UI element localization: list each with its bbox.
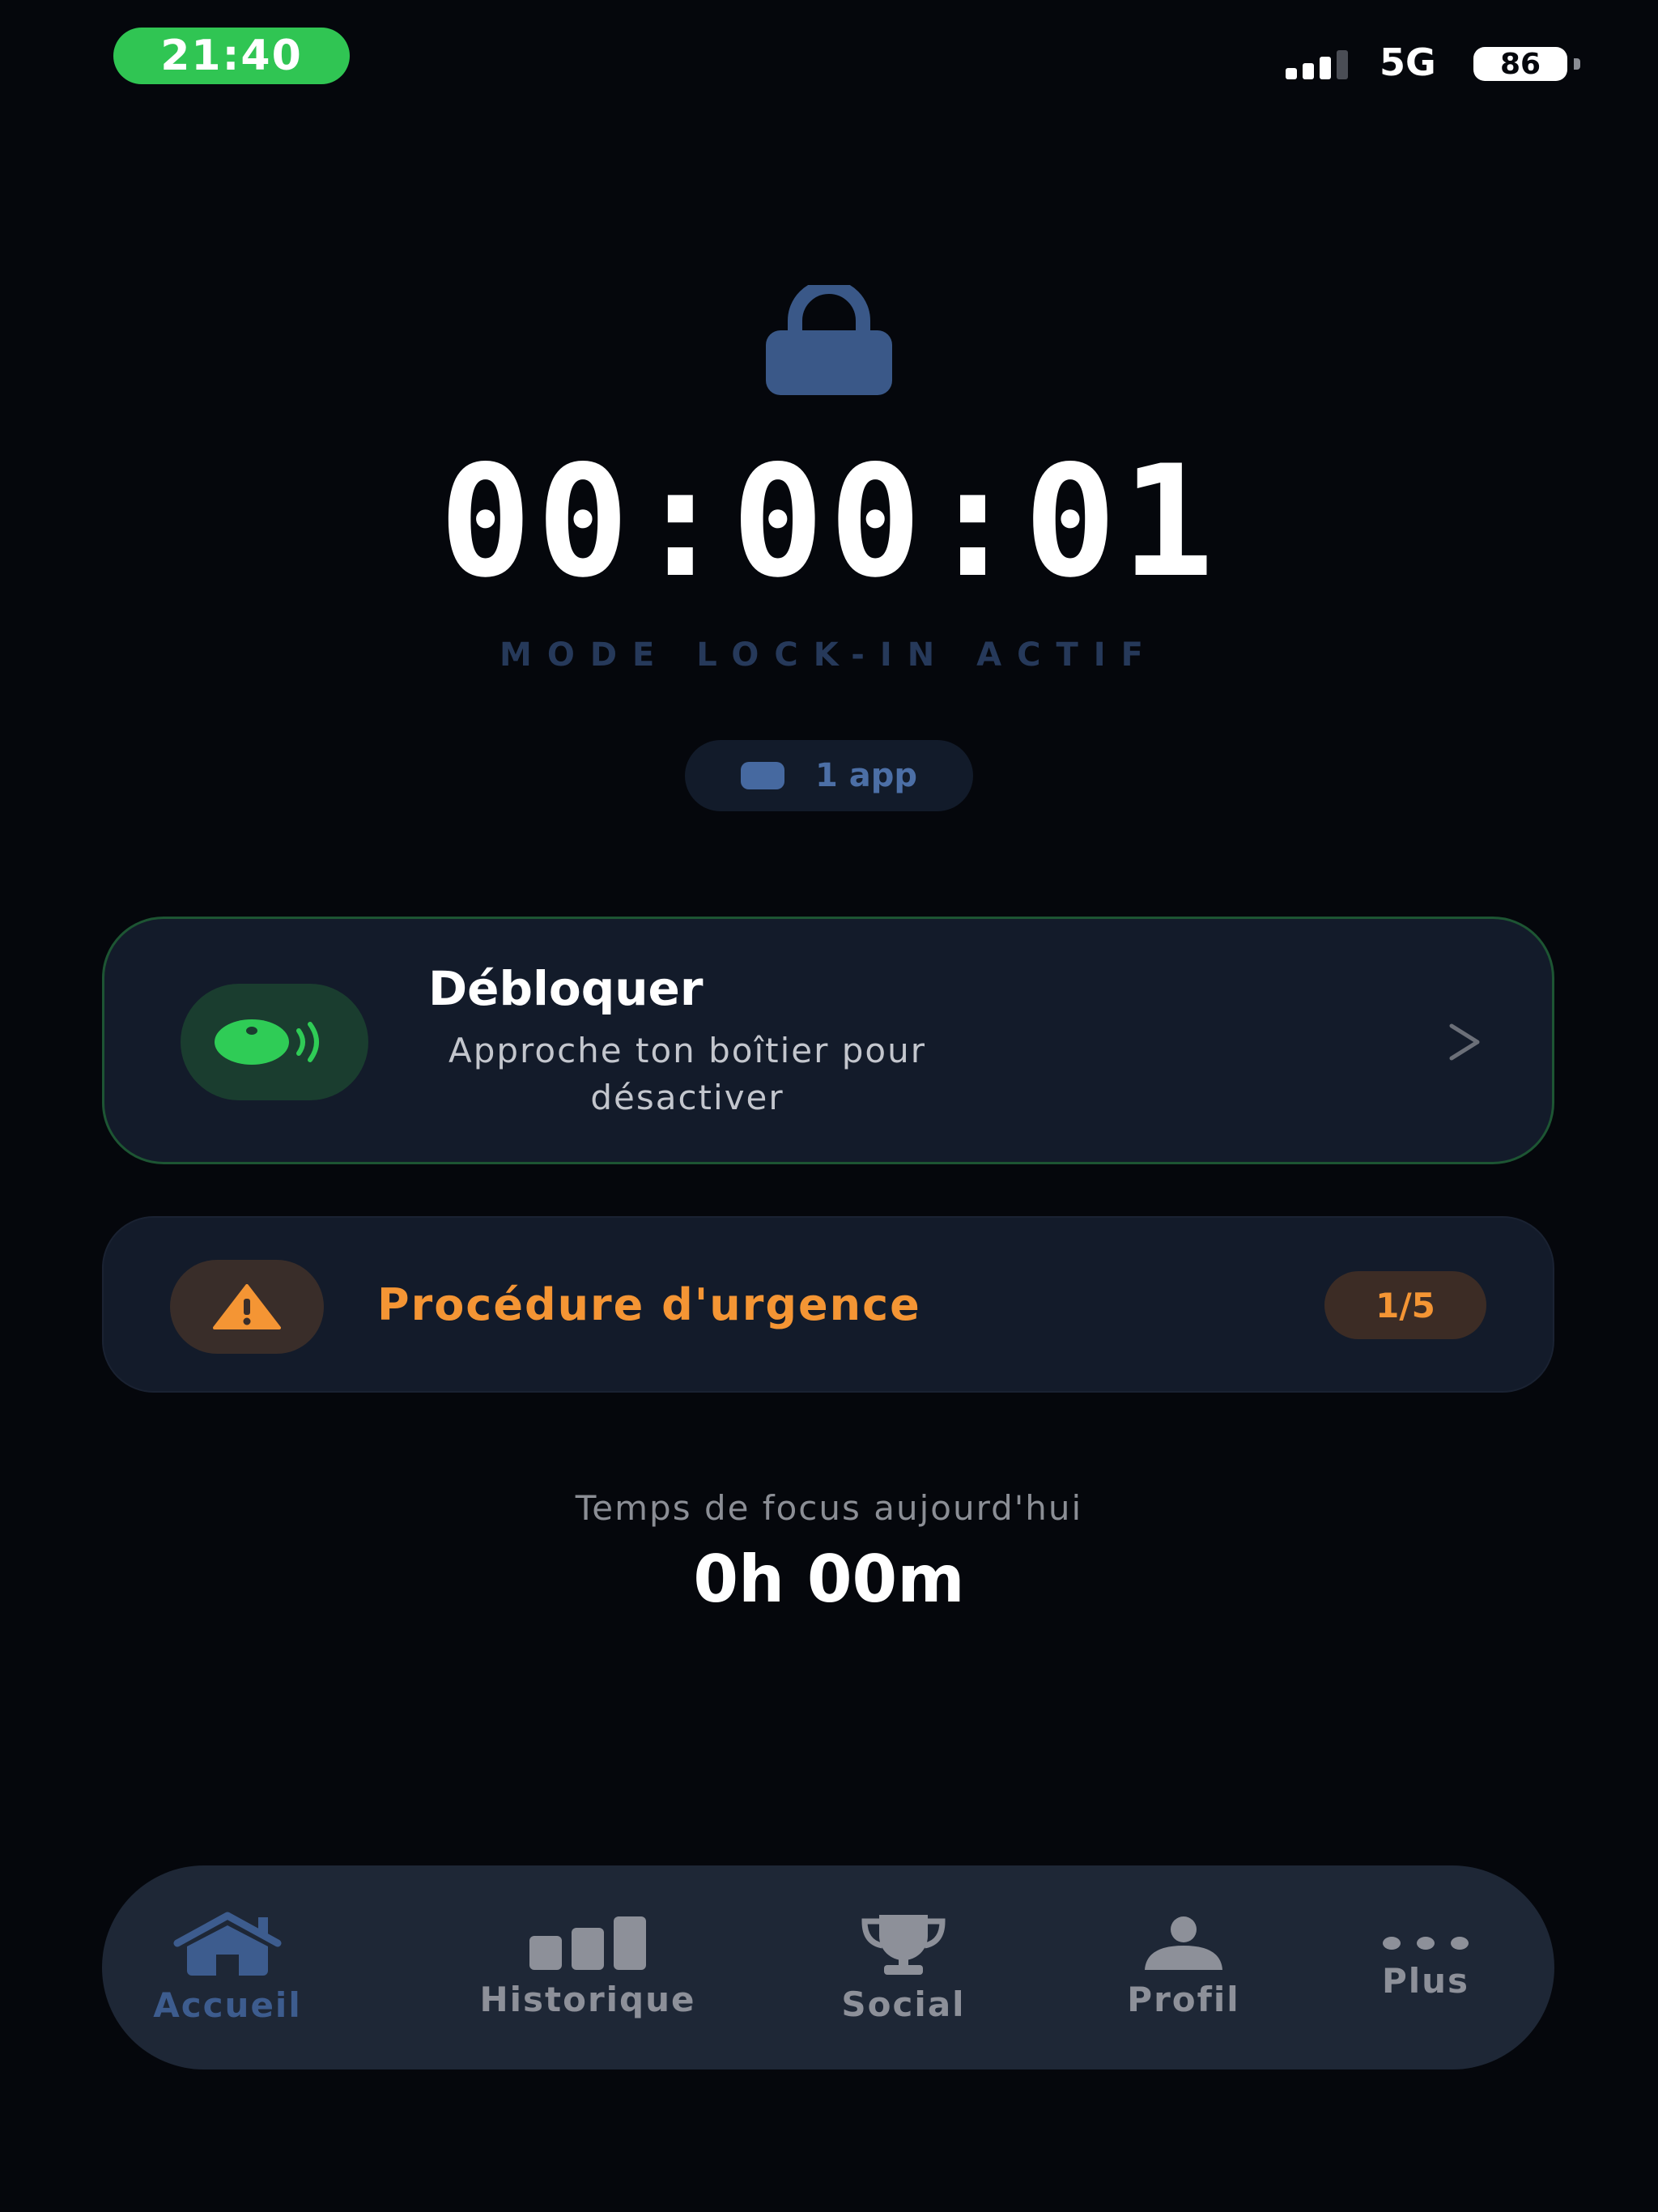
focus-today-label: Temps de focus aujourd'hui <box>575 1488 1083 1528</box>
unlock-card[interactable]: Débloquer Approche ton boîtier pour désa… <box>102 917 1554 1164</box>
focus-today-value: 0h 00m <box>693 1542 965 1617</box>
tab-profile-label: Profil <box>1127 1979 1240 2019</box>
warning-circle <box>170 1260 324 1354</box>
tab-history[interactable]: Historique <box>458 1865 717 2069</box>
emergency-title: Procédure d'urgence <box>377 1279 921 1330</box>
battery-icon: 86 <box>1473 47 1580 81</box>
tab-history-label: Historique <box>479 1979 696 2019</box>
warning-icon <box>213 1284 281 1329</box>
nfc-circle <box>181 984 368 1100</box>
tab-more-label: Plus <box>1381 1960 1470 2001</box>
more-dots-icon <box>1383 1936 1469 1950</box>
bar-chart-icon <box>529 1916 646 1970</box>
person-icon <box>1145 1916 1222 1970</box>
nfc-tag-icon <box>215 1019 319 1065</box>
chevron-right-icon <box>1449 1023 1480 1061</box>
mode-status-label: MODE LOCK-IN ACTIF <box>500 636 1158 674</box>
home-icon <box>173 1912 282 1976</box>
tab-more[interactable]: Plus <box>1349 1865 1503 2069</box>
tab-home-label: Accueil <box>153 1984 302 2025</box>
network-type: 5G <box>1380 40 1436 84</box>
cellular-signal-icon <box>1286 49 1348 79</box>
emergency-count-badge: 1/5 <box>1324 1271 1486 1339</box>
status-time: 21:40 <box>113 28 350 84</box>
emergency-procedure-card[interactable]: Procédure d'urgence 1/5 <box>102 1216 1554 1393</box>
trophy-icon <box>861 1914 946 1975</box>
app-icon <box>740 762 784 789</box>
lock-icon <box>766 285 892 395</box>
tab-bar: Accueil Historique Social Profil Plus <box>102 1865 1554 2069</box>
blocked-apps-count: 1 app <box>814 757 917 794</box>
unlock-title: Débloquer <box>428 961 704 1016</box>
battery-level: 86 <box>1499 47 1541 81</box>
tab-profile[interactable]: Profil <box>1095 1865 1273 2069</box>
session-timer: 00:00:01 <box>439 432 1219 611</box>
unlock-subtitle: Approche ton boîtier pour désactiver <box>449 1031 926 1117</box>
tab-social-label: Social <box>841 1984 966 2024</box>
blocked-apps-pill[interactable]: 1 app <box>685 740 973 811</box>
tab-home[interactable]: Accueil <box>151 1865 304 2069</box>
tab-social[interactable]: Social <box>814 1865 993 2069</box>
